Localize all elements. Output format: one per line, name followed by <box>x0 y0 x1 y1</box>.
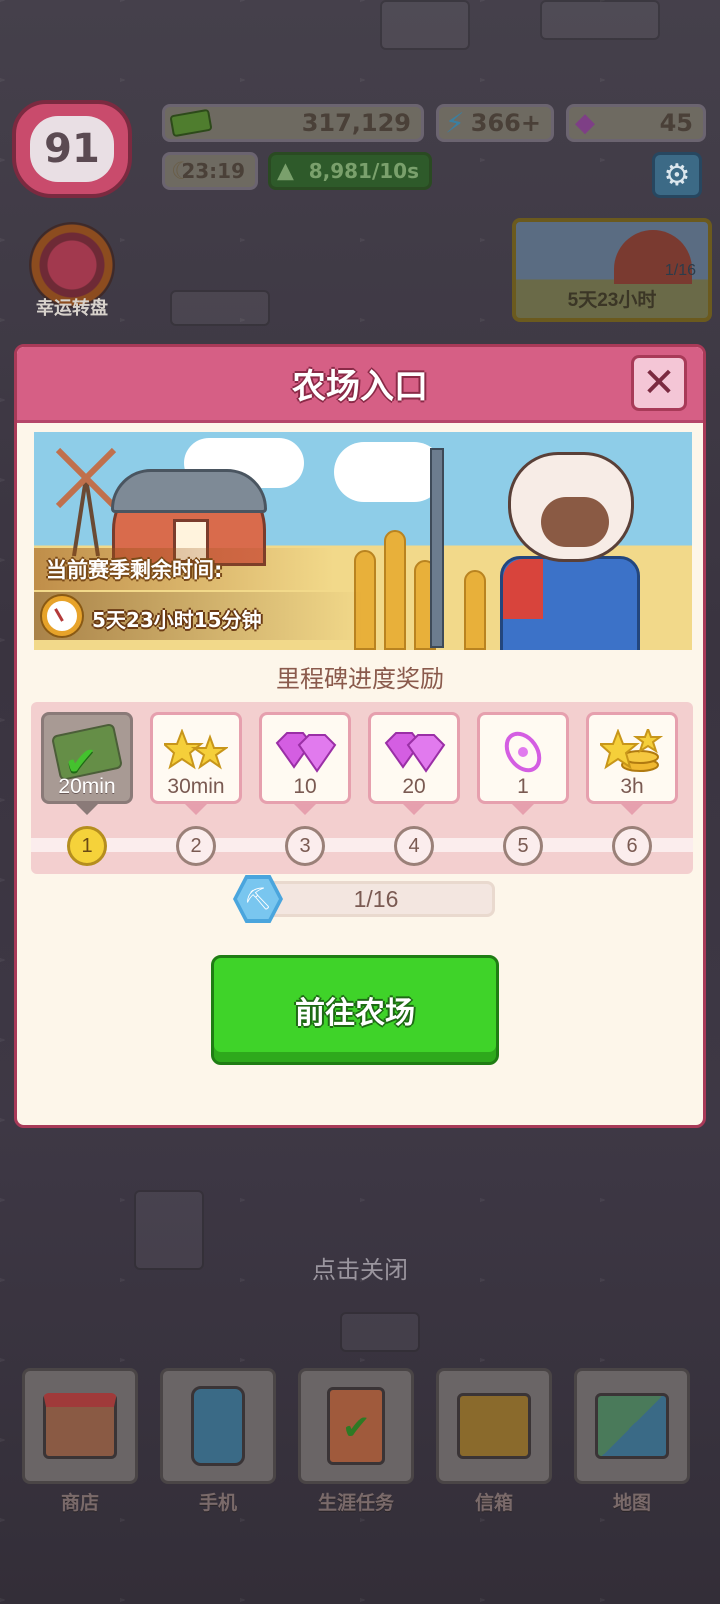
nav-tile <box>22 1368 138 1484</box>
lucky-wheel-button[interactable]: 幸运转盘 <box>26 222 118 320</box>
coins-stars-icon <box>600 729 664 772</box>
close-icon: ✕ <box>642 360 676 406</box>
modal-header: 农场入口 ✕ <box>17 347 703 423</box>
reward-amount: 20min <box>58 775 116 798</box>
background-furniture <box>540 0 660 40</box>
shop-icon <box>43 1393 117 1459</box>
farm-entrance-modal: 农场入口 ✕ 当前赛季剩余时间: 5天23小时15分钟 里程碑进度奖励 ✔ 20… <box>14 344 706 1128</box>
background-furniture <box>380 0 470 50</box>
nav-label: 商店 <box>60 1492 99 1514</box>
reward-amount: 3h <box>620 775 644 798</box>
farm-card-time: 5天23小时 <box>567 290 657 311</box>
reward-3[interactable]: 10 <box>259 712 351 815</box>
wheat <box>384 530 406 650</box>
check-icon: ✔ <box>342 1409 371 1447</box>
cat-head <box>508 452 634 562</box>
reward-6[interactable]: 3h <box>586 712 678 815</box>
cash-value: 317,129 <box>301 109 411 137</box>
gem-value: 45 <box>659 109 693 137</box>
milestone-node-2: 2 <box>176 826 216 866</box>
nav-label: 生涯任务 <box>317 1492 394 1514</box>
nav-label: 地图 <box>612 1492 651 1514</box>
nav-phone[interactable]: 手机 <box>160 1368 276 1515</box>
nav-label: 信箱 <box>474 1492 513 1514</box>
nav-label: 手机 <box>198 1492 237 1514</box>
milestone-track[interactable]: ✔ 20min 30min 10 20 1 3h 1 2 3 4 5 6 <box>31 702 693 874</box>
reward-amount: 30min <box>167 775 225 798</box>
gem-icon: ◆ <box>575 108 595 138</box>
pitchfork-icon <box>430 448 444 648</box>
ticket-icon <box>504 731 542 773</box>
nav-career-tasks[interactable]: ✔ 生涯任务 <box>298 1368 414 1515</box>
gear-icon: ⚙ <box>663 158 691 192</box>
bottom-nav: 商店 手机 ✔ 生涯任务 信箱 地图 <box>0 1368 720 1514</box>
gem-icon <box>275 732 337 773</box>
energy-value: 366+ <box>470 109 541 137</box>
background-furniture <box>340 1312 420 1352</box>
milestone-bar <box>31 838 693 852</box>
farm-card-progress: 1/16 <box>664 262 696 279</box>
farm-banner: 当前赛季剩余时间: 5天23小时15分钟 <box>34 432 692 650</box>
farmer-cat-illustration <box>482 452 652 650</box>
milestone-node-1: 1 <box>67 826 107 866</box>
close-button[interactable]: ✕ <box>631 355 687 411</box>
reward-5[interactable]: 1 <box>477 712 569 815</box>
reward-4[interactable]: 20 <box>368 712 460 815</box>
cash-counter[interactable]: 317,129 <box>162 104 424 142</box>
income-rate[interactable]: ▲ 8,981/10s <box>268 152 432 190</box>
reward-amount: 1 <box>517 775 529 798</box>
nav-tile <box>574 1368 690 1484</box>
income-rate-value: 8,981/10s <box>308 159 419 183</box>
go-to-farm-button[interactable]: 前往农场 <box>211 955 499 1065</box>
mail-icon <box>457 1393 531 1459</box>
windmill-icon <box>56 447 116 557</box>
nav-tile: ✔ <box>298 1368 414 1484</box>
tap-to-close-hint[interactable]: 点击关闭 <box>0 1250 720 1285</box>
level-badge[interactable]: 91 <box>12 100 132 198</box>
lucky-wheel-label: 幸运转盘 <box>36 298 108 319</box>
background-furniture <box>170 290 270 326</box>
clipboard-icon: ✔ <box>327 1387 385 1465</box>
trend-up-icon: ▲ <box>277 158 294 184</box>
cash-icon <box>169 108 213 138</box>
moon-icon: ☾ <box>171 157 193 185</box>
modal-title: 农场入口 <box>292 367 428 407</box>
gem-icon <box>384 732 446 773</box>
level-number: 91 <box>30 116 114 182</box>
settings-button[interactable]: ⚙ <box>652 152 702 198</box>
barn-roof <box>111 469 267 513</box>
season-remaining-time: 5天23小时15分钟 <box>92 608 262 632</box>
nav-mailbox[interactable]: 信箱 <box>436 1368 552 1515</box>
nav-tile <box>436 1368 552 1484</box>
milestone-title: 里程碑进度奖励 <box>276 666 444 693</box>
reward-1[interactable]: ✔ 20min <box>41 712 133 815</box>
farm-progress-bar: 1/16 <box>257 881 495 917</box>
nav-tile <box>160 1368 276 1484</box>
energy-counter[interactable]: ⚡ 366+ <box>436 104 554 142</box>
reward-amount: 20 <box>402 775 426 798</box>
nav-shop[interactable]: 商店 <box>22 1368 138 1515</box>
nav-map[interactable]: 地图 <box>574 1368 690 1515</box>
reward-amount: 10 <box>293 775 317 798</box>
reward-2[interactable]: 30min <box>150 712 242 815</box>
clock-display: ☾ 23:19 <box>162 152 258 190</box>
milestone-node-3: 3 <box>285 826 325 866</box>
clock-icon <box>42 596 82 636</box>
cloud <box>334 442 444 502</box>
farm-progress-text: 1/16 <box>353 885 399 912</box>
milestone-node-5: 5 <box>503 826 543 866</box>
farm-event-card[interactable]: 1/16 5天23小时 <box>512 218 712 322</box>
map-icon <box>595 1393 669 1459</box>
gem-counter[interactable]: ◆ 45 <box>566 104 706 142</box>
season-remaining-label: 当前赛季剩余时间: <box>46 558 223 582</box>
milestone-node-4: 4 <box>394 826 434 866</box>
phone-icon <box>191 1386 245 1466</box>
stars-icon <box>164 729 228 770</box>
cat-body <box>500 556 640 650</box>
bolt-icon: ⚡ <box>445 106 465 140</box>
milestone-node-6: 6 <box>612 826 652 866</box>
